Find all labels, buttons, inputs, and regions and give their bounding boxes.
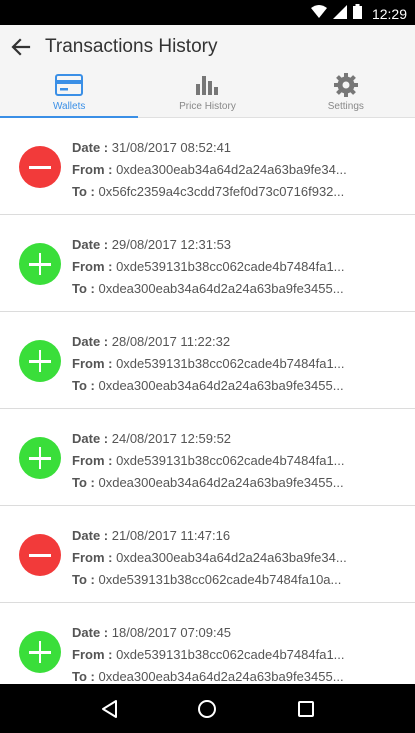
transaction-row[interactable]: Date : 18/08/2017 07:09:45 From : 0xde53… xyxy=(0,603,415,684)
date-label: Date : xyxy=(72,237,109,252)
transaction-date: 28/08/2017 11:22:32 xyxy=(111,334,231,349)
date-label: Date : xyxy=(72,140,109,155)
transaction-date: 31/08/2017 08:52:41 xyxy=(111,140,232,155)
transaction-to: 0xdea300eab34a64d2a24a63ba9fe3455... xyxy=(98,281,344,296)
transaction-from: 0xde539131b38cc062cade4b7484fa1... xyxy=(116,647,345,662)
transaction-row[interactable]: Date : 31/08/2017 08:52:41 From : 0xdea3… xyxy=(0,118,415,215)
transaction-date: 18/08/2017 07:09:45 xyxy=(111,625,232,640)
transaction-from: 0xde539131b38cc062cade4b7484fa1... xyxy=(116,259,345,274)
transaction-row[interactable]: Date : 29/08/2017 12:31:53 From : 0xde53… xyxy=(0,215,415,312)
date-label: Date : xyxy=(72,334,109,349)
tab-label: Settings xyxy=(327,101,364,112)
transaction-to: 0xdea300eab34a64d2a24a63ba9fe3455... xyxy=(98,669,344,684)
back-button[interactable] xyxy=(4,30,38,64)
status-icons: 12:29 xyxy=(310,4,407,24)
wifi-icon xyxy=(310,4,327,24)
circle-home-icon xyxy=(198,699,217,718)
from-label: From : xyxy=(72,647,113,662)
battery-icon xyxy=(352,4,362,24)
to-label: To : xyxy=(72,184,95,199)
signal-icon xyxy=(332,4,347,24)
tab-wallets[interactable]: Wallets xyxy=(0,68,139,118)
date-label: Date : xyxy=(72,431,109,446)
transaction-from: 0xde539131b38cc062cade4b7484fa1... xyxy=(116,453,345,468)
plus-icon xyxy=(19,631,61,673)
plus-icon xyxy=(19,243,61,285)
app-bar: Transactions History xyxy=(0,25,415,68)
transaction-from: 0xdea300eab34a64d2a24a63ba9fe34... xyxy=(116,162,347,177)
from-label: From : xyxy=(72,356,113,371)
tab-price-history[interactable]: Price History xyxy=(138,68,276,117)
status-bar: 12:29 xyxy=(0,0,415,25)
gear-icon xyxy=(333,72,359,98)
triangle-back-icon xyxy=(102,699,118,718)
tab-settings[interactable]: Settings xyxy=(277,68,415,117)
nav-home-button[interactable] xyxy=(187,689,227,729)
minus-icon xyxy=(19,534,61,576)
plus-icon xyxy=(19,437,61,479)
to-label: To : xyxy=(72,281,95,296)
transactions-list: Date : 31/08/2017 08:52:41 From : 0xdea3… xyxy=(0,118,415,684)
nav-back-button[interactable] xyxy=(89,689,129,729)
date-label: Date : xyxy=(72,528,109,543)
page-title: Transactions History xyxy=(45,35,218,57)
date-label: Date : xyxy=(72,625,109,640)
wallet-card-icon xyxy=(55,72,84,98)
transaction-to: 0x56fc2359a4c3cdd73fef0d73c0716f932... xyxy=(98,184,345,199)
square-recents-icon xyxy=(297,700,314,717)
nav-recents-button[interactable] xyxy=(286,689,326,729)
transaction-to: 0xde539131b38cc062cade4b7484fa10a... xyxy=(98,572,342,587)
plus-icon xyxy=(19,340,61,382)
transaction-date: 21/08/2017 11:47:16 xyxy=(111,528,231,543)
from-label: From : xyxy=(72,550,113,565)
transaction-from: 0xde539131b38cc062cade4b7484fa1... xyxy=(116,356,345,371)
from-label: From : xyxy=(72,453,113,468)
transaction-date: 24/08/2017 12:59:52 xyxy=(111,431,232,446)
bar-chart-icon xyxy=(195,72,219,98)
tab-label: Price History xyxy=(179,101,236,112)
transaction-row[interactable]: Date : 21/08/2017 11:47:16 From : 0xdea3… xyxy=(0,506,415,603)
from-label: From : xyxy=(72,259,113,274)
transaction-to: 0xdea300eab34a64d2a24a63ba9fe3455... xyxy=(98,378,344,393)
to-label: To : xyxy=(72,378,95,393)
system-nav-bar xyxy=(0,684,415,733)
to-label: To : xyxy=(72,669,95,684)
tab-bar: Wallets Price History Settings xyxy=(0,68,415,118)
minus-icon xyxy=(19,146,61,188)
to-label: To : xyxy=(72,572,95,587)
status-time: 12:29 xyxy=(371,6,407,22)
from-label: From : xyxy=(72,162,113,177)
transaction-date: 29/08/2017 12:31:53 xyxy=(111,237,232,252)
to-label: To : xyxy=(72,475,95,490)
tab-label: Wallets xyxy=(52,101,86,112)
transaction-from: 0xdea300eab34a64d2a24a63ba9fe34... xyxy=(116,550,347,565)
arrow-left-icon xyxy=(11,37,31,56)
transaction-to: 0xdea300eab34a64d2a24a63ba9fe3455... xyxy=(98,475,344,490)
transaction-row[interactable]: Date : 24/08/2017 12:59:52 From : 0xde53… xyxy=(0,409,415,506)
transaction-row[interactable]: Date : 28/08/2017 11:22:32 From : 0xde53… xyxy=(0,312,415,409)
